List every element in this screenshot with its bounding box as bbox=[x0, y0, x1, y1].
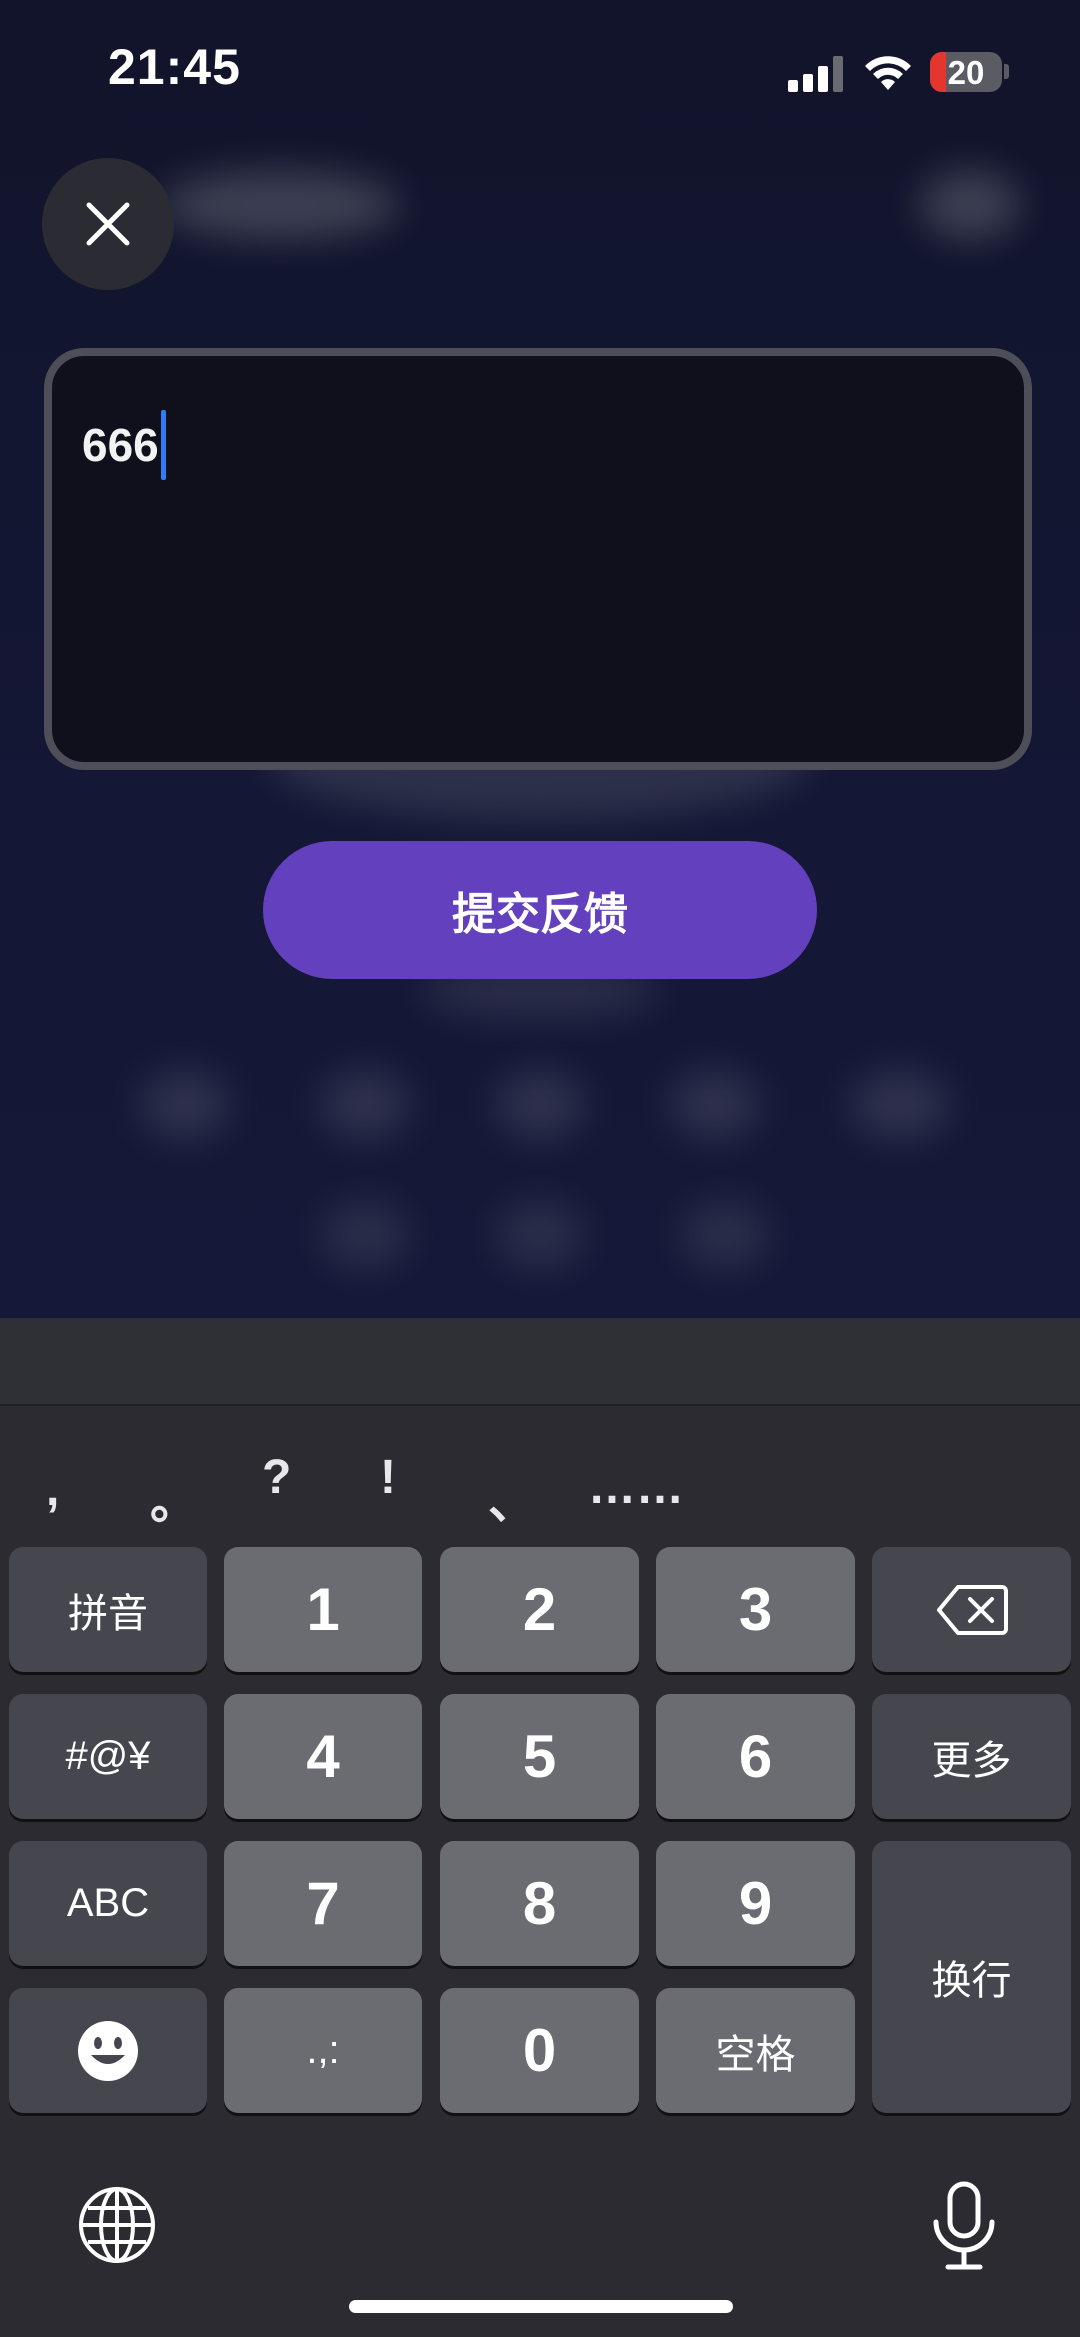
submit-feedback-button[interactable]: 提交反馈 bbox=[263, 841, 817, 979]
key-4[interactable]: 4 bbox=[224, 1694, 422, 1819]
battery-icon: 20 bbox=[930, 52, 1002, 92]
wifi-icon bbox=[865, 56, 911, 90]
key-emoji[interactable] bbox=[9, 1988, 207, 2113]
home-indicator bbox=[349, 2300, 733, 2313]
close-icon bbox=[86, 202, 130, 246]
key-8[interactable]: 8 bbox=[440, 1841, 639, 1966]
blurred-content bbox=[160, 170, 400, 240]
microphone-icon[interactable] bbox=[930, 2180, 998, 2272]
key-1[interactable]: 1 bbox=[224, 1547, 422, 1672]
feedback-text: 666 bbox=[82, 410, 166, 480]
key-punctuation[interactable]: .,: bbox=[224, 1988, 422, 2113]
blurred-content bbox=[670, 1070, 760, 1140]
punct-ellipsis[interactable]: …… bbox=[588, 1460, 684, 1515]
punct-exclamation[interactable]: ! bbox=[380, 1450, 396, 1505]
blurred-content bbox=[140, 1070, 230, 1140]
key-pinyin[interactable]: 拼音 bbox=[9, 1547, 207, 1672]
emoji-icon bbox=[78, 2020, 138, 2081]
key-newline[interactable]: 换行 bbox=[872, 1841, 1071, 2113]
key-abc[interactable]: ABC bbox=[9, 1841, 207, 1966]
blurred-content bbox=[320, 1070, 410, 1140]
key-symbols[interactable]: #@¥ bbox=[9, 1694, 207, 1819]
punct-enumeration-comma[interactable]: 、 bbox=[488, 1462, 536, 1532]
feedback-textarea[interactable]: 666 bbox=[44, 348, 1032, 770]
keyboard-candidate-bar bbox=[0, 1318, 1080, 1406]
blurred-content bbox=[495, 1070, 585, 1140]
blurred-content bbox=[495, 1200, 585, 1270]
punct-question[interactable]: ? bbox=[262, 1450, 291, 1505]
blurred-content bbox=[850, 1070, 950, 1140]
punct-period[interactable]: 。 bbox=[150, 1462, 198, 1532]
status-time: 21:45 bbox=[108, 39, 241, 95]
cellular-signal-icon bbox=[788, 56, 846, 92]
battery-level: 20 bbox=[947, 54, 985, 91]
blurred-content bbox=[920, 170, 1020, 240]
globe-icon[interactable] bbox=[78, 2186, 156, 2264]
close-button[interactable] bbox=[42, 158, 174, 290]
punct-comma[interactable]: , bbox=[46, 1462, 59, 1517]
key-space[interactable]: 空格 bbox=[656, 1988, 855, 2113]
key-7[interactable]: 7 bbox=[224, 1841, 422, 1966]
feedback-value: 666 bbox=[82, 419, 159, 471]
text-caret bbox=[160, 410, 166, 480]
battery-tip bbox=[1004, 64, 1009, 79]
key-backspace[interactable] bbox=[872, 1547, 1071, 1672]
blurred-content bbox=[680, 1200, 770, 1270]
key-6[interactable]: 6 bbox=[656, 1694, 855, 1819]
backspace-icon bbox=[936, 1584, 1008, 1635]
key-9[interactable]: 9 bbox=[656, 1841, 855, 1966]
key-3[interactable]: 3 bbox=[656, 1547, 855, 1672]
blurred-content bbox=[320, 1200, 410, 1270]
key-2[interactable]: 2 bbox=[440, 1547, 639, 1672]
key-more[interactable]: 更多 bbox=[872, 1694, 1071, 1819]
key-5[interactable]: 5 bbox=[440, 1694, 639, 1819]
key-0[interactable]: 0 bbox=[440, 1988, 639, 2113]
